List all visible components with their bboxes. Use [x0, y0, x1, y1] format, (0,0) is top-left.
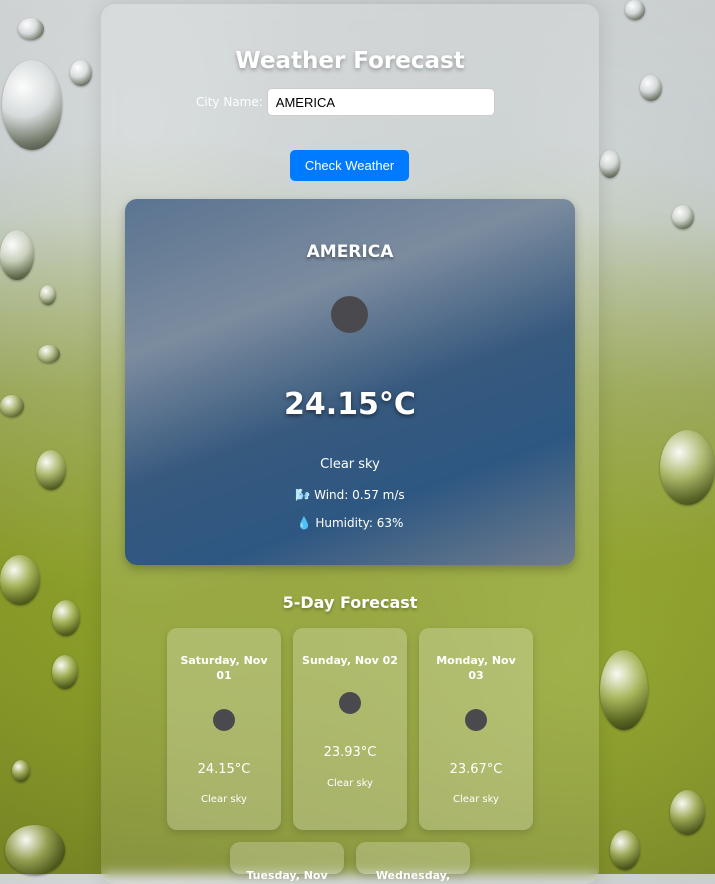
- forecast-temperature: 23.93°C: [323, 745, 377, 760]
- forecast-date: Saturday, Nov 01: [180, 654, 268, 682]
- forecast-date: Tuesday, Nov: [246, 869, 328, 882]
- city-name-label: City Name:: [196, 95, 263, 109]
- current-city-name: AMERICA: [306, 242, 394, 262]
- forecast-title: 5-Day Forecast: [282, 593, 418, 612]
- current-weather-card: AMERICA 24.15°C Clear sky 🌬️ Wind: 0.57 …: [125, 199, 575, 565]
- weather-icon: [339, 692, 361, 714]
- wind-icon: 🌬️: [295, 488, 311, 502]
- forecast-card: Wednesday,: [356, 842, 470, 882]
- forecast-date: Monday, Nov 03: [436, 654, 516, 682]
- weather-app-panel: Weather Forecast City Name: Check Weathe…: [101, 4, 599, 884]
- forecast-temperature: 24.15°C: [197, 762, 251, 777]
- app-title: Weather Forecast: [235, 48, 465, 74]
- humidity-text: Humidity: 63%: [315, 516, 404, 530]
- forecast-temperature: 23.67°C: [449, 762, 503, 777]
- current-temperature: 24.15°C: [284, 387, 416, 422]
- wind-text: Wind: 0.57 m/s: [314, 488, 405, 502]
- check-weather-button[interactable]: Check Weather: [290, 150, 409, 181]
- forecast-card: Monday, Nov 03 23.67°C Clear sky: [419, 628, 533, 830]
- city-search-row: City Name:: [196, 88, 495, 116]
- wind-info: 🌬️ Wind: 0.57 m/s: [125, 488, 575, 502]
- forecast-card: Tuesday, Nov: [230, 842, 344, 882]
- weather-icon: [465, 709, 487, 731]
- forecast-description: Clear sky: [327, 778, 373, 789]
- humidity-icon: 💧: [296, 516, 312, 530]
- humidity-info: 💧 Humidity: 63%: [125, 516, 575, 530]
- forecast-card: Sunday, Nov 02 23.93°C Clear sky: [293, 628, 407, 830]
- forecast-date: Wednesday,: [375, 869, 451, 882]
- weather-icon: [213, 709, 235, 731]
- weather-icon: [331, 296, 368, 333]
- current-description: Clear sky: [320, 457, 380, 472]
- forecast-description: Clear sky: [453, 794, 499, 805]
- city-name-input[interactable]: [266, 88, 495, 116]
- forecast-card: Saturday, Nov 01 24.15°C Clear sky: [167, 628, 281, 830]
- forecast-description: Clear sky: [201, 794, 247, 805]
- forecast-date: Sunday, Nov 02: [302, 654, 398, 667]
